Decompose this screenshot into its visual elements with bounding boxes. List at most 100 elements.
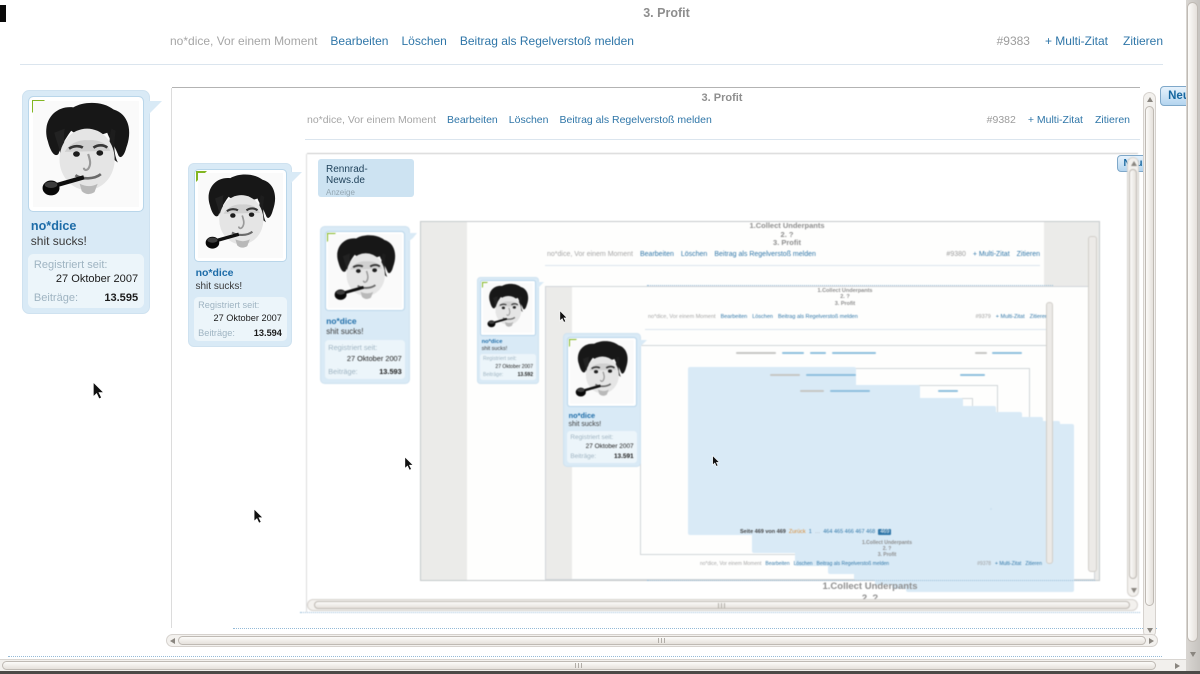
page-ellipsis: … [815,529,821,535]
window-corner-artifact [0,5,6,22]
post-actions-right-l2: #9382 + Multi-Zitat Zitieren [987,114,1130,126]
pagination: Seite 469 von 469 Zurück 1 … 464 465 466… [740,529,891,535]
deep-meta-stub [938,390,958,392]
ad-box: Rennrad-News.de Anzeige [318,159,414,197]
report-link-image: Beitrag als Regelverstoß melden [778,314,858,320]
avatar-image [328,234,402,308]
post-divider-l4 [645,329,1050,330]
nested-screenshot-frame [878,423,922,445]
username-link[interactable]: no*dice [31,219,141,233]
multi-quote-link-image: + Multi-Zitat [995,561,1021,567]
page-links: 464 465 466 467 468 [823,529,875,535]
mouse-cursor-icon [712,455,720,467]
browser-viewport: 3. Profit no*dice, Vor einem Moment Bear… [0,0,1200,674]
report-link[interactable]: Beitrag als Regelverstoß melden [460,34,634,48]
avatar-image [198,173,283,258]
posts-label: Beiträge: [198,328,235,338]
user-info-panel: no*dice shit sucks! Registriert seit: 27… [22,90,150,314]
page-margin-left [546,287,572,579]
screenshot-left-edge [171,88,172,628]
title-line1: 1.Collect Underpants [720,581,1020,593]
post-number: #9382 [987,114,1016,126]
avatar-l3 [325,231,406,312]
post-author-line: no*dice, Vor einem Moment [547,251,633,258]
image-border-dotted [8,656,1162,657]
content-scrollbar-vertical[interactable] [1143,92,1156,638]
posts-count: 13.592 [518,372,533,378]
nested-scrollbar [1088,236,1097,572]
post-actions-right: #9383 + Multi-Zitat Zitieren [997,34,1163,48]
ad-label: Anzeige [326,188,406,197]
report-link-image: Beitrag als Regelverstoß melden [817,561,890,567]
post-title-l2: 3. Profit [307,92,1137,104]
avatar[interactable] [28,96,143,211]
deep-recursion-card [854,412,1022,580]
deep-recursion-card [906,424,1074,592]
content-scrollbar-horizontal[interactable] [166,634,1158,647]
posts-label: Beiträge: [570,453,596,460]
post-divider-l3 [545,265,1040,266]
deep-meta-stub [806,374,856,376]
nested-browser-frame [420,221,1100,581]
registered-label: Registriert seit: [34,259,138,271]
scrollbar-thumb[interactable] [2,661,1156,670]
title-line2: 2. ? [737,547,1037,553]
post-author-line: no*dice, Vor einem Moment [648,314,716,320]
quote-link[interactable]: Zitieren [1123,34,1163,48]
user-title: shit sucks! [569,421,636,428]
edit-link[interactable]: Bearbeiten [330,34,388,48]
post-meta-row-deep: no*dice, Vor einem Moment Bearbeiten Lös… [700,561,889,567]
multi-quote-link-image: + Multi-Zitat [996,314,1025,320]
nested-screenshot-frame [700,368,1030,528]
page-margin-left [421,222,467,580]
user-stats: Registriert seit: 27 Oktober 2007 Beiträ… [325,340,406,379]
quote-link-image: Zitieren [1025,561,1042,567]
window-scrollbar-horizontal[interactable] [0,659,1186,671]
posts-label: Beiträge: [34,292,78,304]
registered-date: 27 Oktober 2007 [570,443,633,450]
deep-meta-stub [782,352,804,354]
registered-date: 27 Oktober 2007 [328,354,401,363]
registered-label: Registriert seit: [570,434,633,441]
embedded-screenshot-level2[interactable]: 3. Profit no*dice, Vor einem Moment Bear… [0,0,1200,674]
posts-count: 13.593 [379,367,402,376]
screenshot-left-edge [306,154,307,612]
deep-recursion-card [752,385,920,553]
page-margin-right [1044,222,1099,580]
title-line3: 3. Profit [645,301,1045,307]
deep-recursion-card [892,421,1060,589]
post-actions-right-l3: #9380 + Multi-Zitat Zitieren [946,251,1040,258]
post-number: #9380 [946,251,965,258]
image-border-dotted [233,628,1157,629]
image-tooltip: Klick auf dieses Bild, um es in vollstän… [834,360,996,372]
edit-link-image: Bearbeiten [721,314,748,320]
scrollbar-v-image [1127,157,1139,597]
multi-quote-link[interactable]: + Multi-Zitat [1045,34,1108,48]
delete-link-image: Löschen [794,561,813,567]
user-title: shit sucks! [31,234,141,248]
delete-link-image: Löschen [681,251,707,258]
nested-scrollbar [1046,302,1053,564]
online-indicator-icon [482,282,488,288]
registered-label: Registriert seit: [483,356,533,362]
post-meta-row: no*dice, Vor einem Moment Bearbeiten Lös… [170,34,634,48]
scrollbar-thumb[interactable] [178,636,1146,645]
scrollbar-thumb[interactable] [1145,106,1154,606]
title-line3: 3. Profit [737,553,1037,559]
title-line1: 1.Collect Underpants [737,541,1037,547]
scrollbar-thumb[interactable] [1187,2,1198,642]
scrollbar-h-image [307,599,1138,611]
posts-label: Beiträge: [483,372,503,378]
user-stats: Registriert seit: 27 Oktober 2007 Beiträ… [567,431,637,462]
page-first-link: 1 [809,529,812,535]
window-scrollbar-vertical[interactable] [1186,0,1200,674]
delete-link[interactable]: Löschen [401,34,446,48]
registered-label: Registriert seit: [198,300,282,310]
nested-screenshot-frame [820,407,955,477]
next-post-title-l2: 1.Collect Underpants 2. ? [720,581,1020,604]
online-indicator-icon [327,233,336,242]
image-border-dotted [647,580,1095,581]
user-title: shit sucks! [196,281,285,292]
post-author-line: no*dice, Vor einem Moment [700,561,761,567]
thread-title-block-l3: 1.Collect Underpants 2. ? 3. Profit [467,222,1107,248]
